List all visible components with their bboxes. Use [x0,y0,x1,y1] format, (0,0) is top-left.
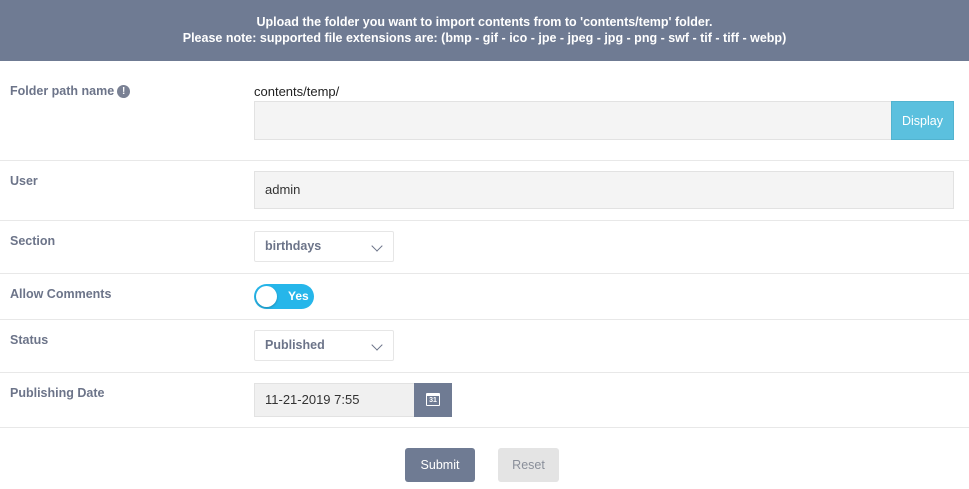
submit-button[interactable]: Submit [405,448,475,482]
allow-comments-row: Allow Comments Yes [0,274,969,320]
folder-path-label-text: Folder path name [10,84,115,98]
calendar-button[interactable]: 31 [414,383,452,417]
section-select[interactable]: birthdays [254,231,394,262]
folder-path-text: contents/temp/ [254,84,340,99]
status-row: Status Published [0,320,969,373]
banner-line-2: Please note: supported file extensions a… [182,31,787,45]
calendar-icon: 31 [426,393,440,406]
section-selected-value: birthdays [265,239,322,253]
section-row: Section birthdays [0,221,969,274]
chevron-down-icon [371,339,383,351]
status-label: Status [10,333,49,347]
folder-path-row: Folder path name! contents/temp/ Display [0,61,969,161]
folder-path-input[interactable] [254,101,891,140]
chevron-down-icon [371,240,383,252]
publishing-date-row: Publishing Date 11-21-2019 7:55 31 [0,373,969,428]
user-field[interactable]: admin [254,171,954,209]
publishing-date-input[interactable]: 11-21-2019 7:55 [254,383,414,417]
toggle-knob [256,286,277,307]
info-icon[interactable]: ! [117,85,131,98]
section-label: Section [10,234,56,248]
user-row: User admin [0,161,969,221]
toggle-state-text: Yes [288,289,309,303]
allow-comments-toggle[interactable]: Yes [254,284,314,309]
info-banner: Upload the folder you want to import con… [0,0,969,61]
user-label: User [10,174,38,188]
banner-line-1: Upload the folder you want to import con… [256,15,713,29]
folder-path-label: Folder path name! [10,84,131,98]
reset-button[interactable]: Reset [498,448,559,482]
status-select[interactable]: Published [254,330,394,361]
status-selected-value: Published [265,338,325,352]
allow-comments-label: Allow Comments [10,287,112,301]
display-button[interactable]: Display [891,101,954,140]
publishing-date-label: Publishing Date [10,386,105,400]
